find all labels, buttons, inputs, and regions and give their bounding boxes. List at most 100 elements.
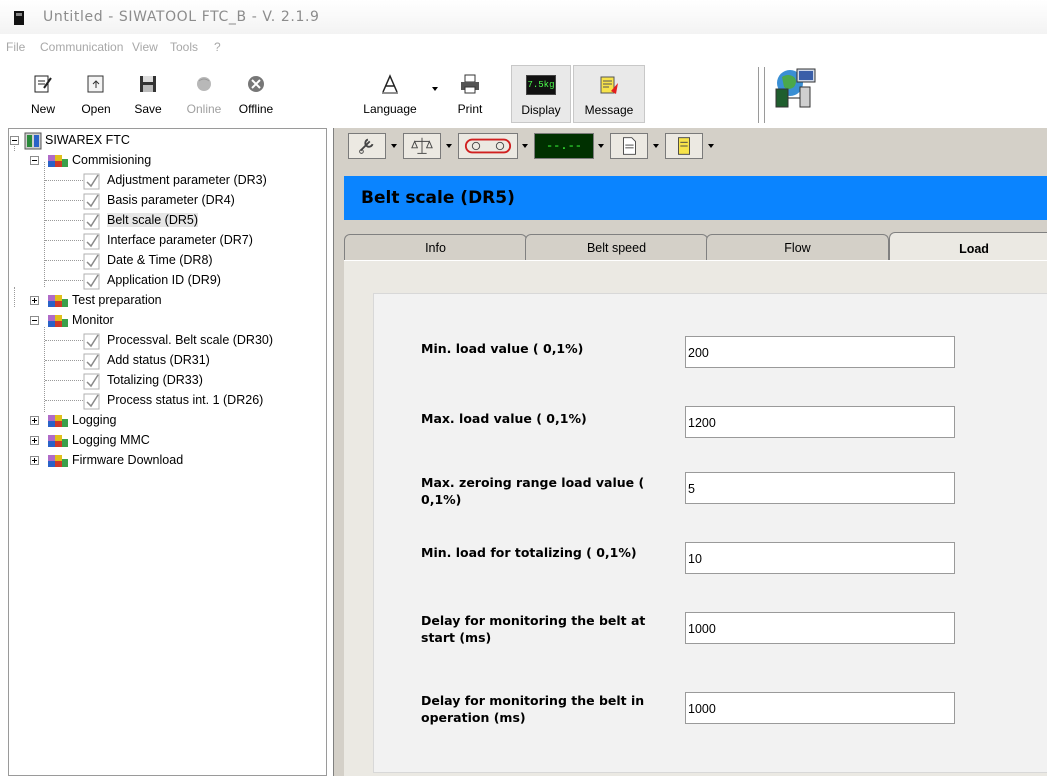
expand-toggle-icon[interactable] xyxy=(30,416,39,425)
folder-blocks-icon xyxy=(48,315,68,327)
tree-item-process-status[interactable]: Process status int. 1 (DR26) xyxy=(9,391,319,411)
tree-node-monitor[interactable]: Monitor xyxy=(9,311,309,331)
tree-item-add-status[interactable]: Add status (DR31) xyxy=(9,351,319,371)
tree-root-siwarex[interactable]: SIWAREX FTC xyxy=(9,131,309,151)
offline-icon xyxy=(248,76,264,92)
menu-bar: File Communication View Tools ? xyxy=(0,34,1047,60)
wrench-icon xyxy=(359,138,374,154)
open-label: Open xyxy=(81,102,111,116)
tree-monitor-label: Monitor xyxy=(72,313,114,327)
min-load-totalizing-input[interactable]: 10 xyxy=(685,542,955,574)
printer-icon xyxy=(461,74,479,94)
tree-item-interface[interactable]: Interface parameter (DR7) xyxy=(9,231,319,251)
tab-flow[interactable]: Flow xyxy=(706,234,889,260)
tools-button[interactable] xyxy=(348,133,386,159)
folder-blocks-icon xyxy=(48,435,68,447)
message-button[interactable]: Message xyxy=(573,65,645,123)
window-title: Untitled - SIWATOOL FTC_B - V. 2.1.9 xyxy=(43,9,320,25)
max-load-input[interactable]: 1200 xyxy=(685,406,955,438)
language-label: Language xyxy=(363,102,417,116)
tab-label: Belt speed xyxy=(586,241,647,255)
offline-button[interactable]: Offline xyxy=(234,65,278,123)
collapse-toggle-icon[interactable] xyxy=(30,156,39,165)
tree-item-belt-scale[interactable]: Belt scale (DR5) xyxy=(9,211,319,231)
tree-item-label: Process status int. 1 (DR26) xyxy=(107,393,264,407)
delay-start-input[interactable]: 1000 xyxy=(685,612,955,644)
scale-button[interactable] xyxy=(403,133,441,159)
tree-item-application-id[interactable]: Application ID (DR9) xyxy=(9,271,319,291)
dropdown-arrow-icon xyxy=(432,87,438,91)
display-dropdown-icon[interactable] xyxy=(598,144,604,148)
document-button[interactable] xyxy=(610,133,648,159)
tab-load[interactable]: Load xyxy=(889,232,1047,262)
min-load-input[interactable]: 200 xyxy=(685,336,955,368)
new-button[interactable]: New xyxy=(26,65,60,123)
tree-item-totalizing[interactable]: Totalizing (DR33) xyxy=(9,371,319,391)
max-zeroing-range-input[interactable]: 5 xyxy=(685,472,955,504)
open-button[interactable]: Open xyxy=(76,65,116,123)
new-label: New xyxy=(30,102,55,116)
notes-icon xyxy=(678,137,690,155)
online-label: Online xyxy=(186,102,222,116)
tree-item-adjustment[interactable]: Adjustment parameter (DR3) xyxy=(9,171,319,191)
expand-toggle-icon[interactable] xyxy=(30,296,39,305)
tree-item-date-time[interactable]: Date & Time (DR8) xyxy=(9,251,319,271)
folder-blocks-icon xyxy=(48,295,68,307)
tree-item-processval[interactable]: Processval. Belt scale (DR30) xyxy=(9,331,319,351)
app-icon xyxy=(14,11,24,25)
language-icon xyxy=(382,74,398,94)
menu-tools[interactable]: Tools xyxy=(170,40,198,54)
tree-logging-mmc-label: Logging MMC xyxy=(72,433,150,447)
notes-dropdown-icon[interactable] xyxy=(708,144,714,148)
new-document-icon xyxy=(34,75,52,93)
checkmark-icon xyxy=(83,373,100,390)
belt-dropdown-icon[interactable] xyxy=(522,144,528,148)
tree-node-commissioning[interactable]: Commisioning xyxy=(9,151,309,171)
notes-button[interactable] xyxy=(665,133,703,159)
menu-file[interactable]: File xyxy=(6,40,25,54)
max-zeroing-range-label: Max. zeroing range load value ( 0,1%) xyxy=(421,475,645,507)
expand-toggle-icon[interactable] xyxy=(30,436,39,445)
online-button[interactable]: Online xyxy=(180,65,228,123)
min-load-totalizing-label: Min. load for totalizing ( 0,1%) xyxy=(421,545,637,560)
save-label: Save xyxy=(134,102,162,116)
scale-dropdown-icon[interactable] xyxy=(446,144,452,148)
tree-item-label: Totalizing (DR33) xyxy=(107,373,203,387)
display-button[interactable]: 7.5kg Display xyxy=(511,65,571,123)
belt-button[interactable] xyxy=(458,133,518,159)
delay-operation-input[interactable]: 1000 xyxy=(685,692,955,724)
tree-node-logging[interactable]: Logging xyxy=(9,411,309,431)
display-value-button[interactable]: --.-- xyxy=(534,133,594,159)
tree-node-firmware-download[interactable]: Firmware Download xyxy=(9,451,309,471)
tab-label: Info xyxy=(425,241,446,255)
tree-node-logging-mmc[interactable]: Logging MMC xyxy=(9,431,309,451)
tree-item-label: Add status (DR31) xyxy=(107,353,210,367)
expand-toggle-icon[interactable] xyxy=(30,456,39,465)
checkmark-icon xyxy=(83,193,100,210)
tab-belt-speed[interactable]: Belt speed xyxy=(525,234,708,260)
language-dropdown[interactable] xyxy=(428,65,442,123)
menu-help[interactable]: ? xyxy=(214,40,221,54)
balance-scale-icon xyxy=(411,137,433,154)
tab-info[interactable]: Info xyxy=(344,234,527,260)
navigation-tree[interactable]: SIWAREX FTC Commisioning Adjustment para… xyxy=(8,128,327,776)
tree-commissioning-label: Commisioning xyxy=(72,153,152,167)
tab-label: Load xyxy=(959,242,989,256)
save-button[interactable]: Save xyxy=(128,65,168,123)
print-button[interactable]: Print xyxy=(450,65,490,123)
document-dropdown-icon[interactable] xyxy=(653,144,659,148)
title-bar: Untitled - SIWATOOL FTC_B - V. 2.1.9 xyxy=(0,0,1047,34)
tree-node-test-preparation[interactable]: Test preparation xyxy=(9,291,309,311)
collapse-toggle-icon[interactable] xyxy=(30,316,39,325)
tools-dropdown-icon[interactable] xyxy=(391,144,397,148)
collapse-toggle-icon[interactable] xyxy=(10,136,19,145)
device-icon xyxy=(24,132,42,150)
tab-strip: Info Belt speed Flow Load xyxy=(344,232,1047,262)
checkmark-icon xyxy=(83,233,100,250)
folder-blocks-icon xyxy=(48,155,68,167)
language-button[interactable]: Language xyxy=(358,65,422,123)
page-title: Belt scale (DR5) xyxy=(361,188,515,208)
tree-item-basis[interactable]: Basis parameter (DR4) xyxy=(9,191,319,211)
menu-view[interactable]: View xyxy=(132,40,158,54)
menu-communication[interactable]: Communication xyxy=(40,40,123,54)
